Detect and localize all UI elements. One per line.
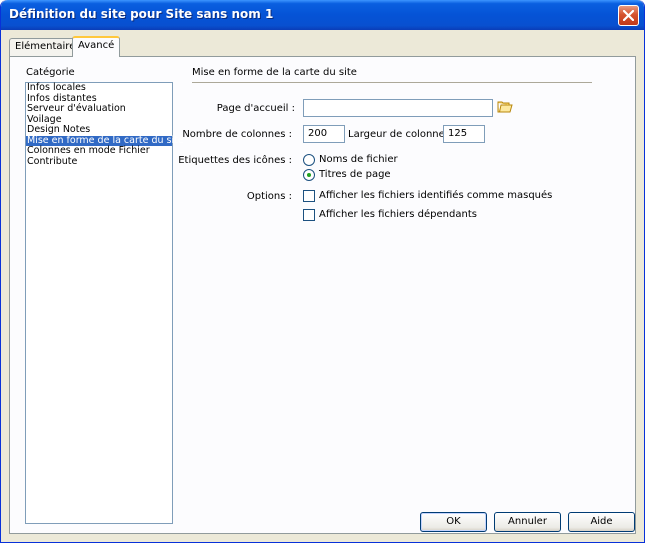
columns-label: Nombre de colonnes : [182, 129, 292, 140]
checkbox-show-hidden[interactable] [303, 190, 315, 202]
checkbox-show-dependent-label[interactable]: Afficher les fichiers dépendants [319, 209, 477, 220]
checkbox-show-dependent[interactable] [303, 209, 315, 221]
window-title: Définition du site pour Site sans nom 1 [9, 7, 274, 21]
radio-page-titles[interactable] [303, 169, 315, 181]
category-label: Catégorie [26, 67, 75, 78]
radio-filenames-label[interactable]: Noms de fichier [319, 154, 398, 165]
cancel-button[interactable]: Annuler [494, 512, 561, 532]
section-divider [192, 82, 592, 83]
title-bar[interactable]: Définition du site pour Site sans nom 1 [1, 0, 644, 30]
column-width-label: Largeur de colonne : [348, 129, 452, 140]
home-page-input[interactable] [303, 99, 493, 117]
close-icon [623, 10, 634, 21]
category-item-serveur-evaluation[interactable]: Serveur d'évaluation [26, 103, 172, 115]
tab-avance[interactable]: Avancé [72, 36, 121, 57]
close-button[interactable] [618, 5, 639, 26]
category-item-infos-locales[interactable]: Infos locales [26, 82, 172, 94]
radio-filenames[interactable] [303, 154, 315, 166]
category-item-colonnes[interactable]: Colonnes en mode Fichier [26, 145, 172, 157]
radio-page-titles-label[interactable]: Titres de page [319, 169, 391, 180]
category-list[interactable]: Infos locales Infos distantes Serveur d'… [25, 82, 184, 524]
home-page-label: Page d'accueil : [216, 103, 295, 114]
options-label: Options : [246, 191, 292, 202]
icon-labels-label: Etiquettes des icônes : [178, 155, 292, 166]
columns-input[interactable]: 200 [303, 125, 345, 143]
site-definition-dialog: Définition du site pour Site sans nom 1 … [0, 0, 645, 543]
section-title: Mise en forme de la carte du site [192, 67, 357, 78]
help-button[interactable]: Aide [568, 512, 635, 532]
column-width-input[interactable]: 125 [443, 125, 485, 143]
tab-panel: Catégorie Infos locales Infos distantes … [9, 56, 636, 534]
ok-button[interactable]: OK [420, 512, 487, 532]
folder-icon [497, 101, 513, 113]
category-item-contribute[interactable]: Contribute [26, 156, 172, 168]
checkbox-show-hidden-label[interactable]: Afficher les fichiers identifiés comme m… [319, 190, 552, 201]
browse-folder-button[interactable] [497, 100, 513, 117]
category-item-design-notes[interactable]: Design Notes [26, 124, 172, 136]
tab-elementaire[interactable]: Elémentaire [9, 38, 82, 56]
